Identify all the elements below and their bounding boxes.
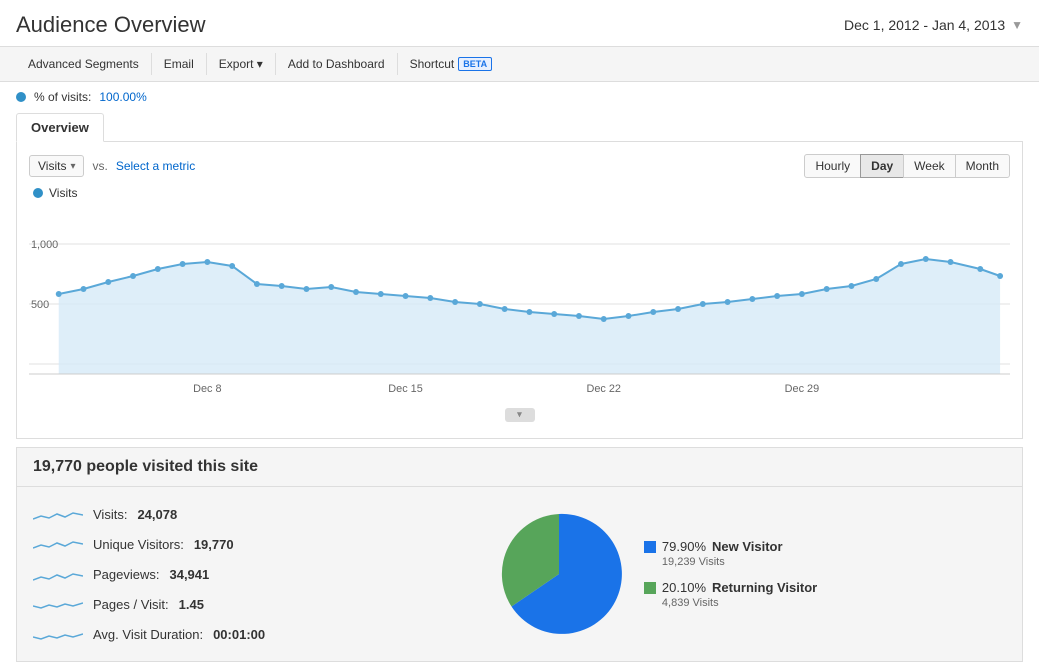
svg-text:Dec 29: Dec 29 xyxy=(785,383,819,395)
returning-visitor-label: Returning Visitor xyxy=(712,580,817,595)
avg-duration-value: 00:01:00 xyxy=(213,627,265,642)
svg-text:1,000: 1,000 xyxy=(31,239,58,251)
avg-duration-label: Avg. Visit Duration: xyxy=(93,627,203,642)
avg-duration-sparkline xyxy=(33,624,83,644)
metric-dropdown[interactable]: Visits ▾ xyxy=(29,155,84,177)
returning-visitor-pct: 20.10% xyxy=(662,580,706,595)
metric-selector: Visits ▾ vs. Select a metric xyxy=(29,155,195,177)
unique-visitors-label: Unique Visitors: xyxy=(93,537,184,552)
pages-per-visit-label: Pages / Visit: xyxy=(93,597,169,612)
vs-text: vs. xyxy=(92,159,107,173)
day-button[interactable]: Day xyxy=(860,154,904,178)
pageviews-sparkline xyxy=(33,564,83,584)
chart-legend: Visits xyxy=(29,186,1010,200)
date-range-arrow[interactable]: ▼ xyxy=(1011,18,1023,32)
returning-visitor-dot xyxy=(644,582,656,594)
svg-text:Dec 8: Dec 8 xyxy=(193,383,221,395)
hourly-button[interactable]: Hourly xyxy=(804,154,861,178)
pie-svg xyxy=(494,509,624,639)
pie-legend: 79.90% New Visitor 19,239 Visits 20.10% … xyxy=(644,539,817,609)
visits-filter: % of visits: 100.00% xyxy=(0,82,1039,112)
pie-section: 79.90% New Visitor 19,239 Visits 20.10% … xyxy=(305,499,1006,649)
chart-controls: Visits ▾ vs. Select a metric Hourly Day … xyxy=(29,154,1010,178)
svg-text:500: 500 xyxy=(31,299,49,311)
new-visitor-pct: 79.90% xyxy=(662,539,706,554)
stat-avg-duration: Avg. Visit Duration: 00:01:00 xyxy=(33,619,265,649)
stat-pageviews: Pageviews: 34,941 xyxy=(33,559,265,589)
stat-unique-visitors: Unique Visitors: 19,770 xyxy=(33,529,265,559)
overview-tab[interactable]: Overview xyxy=(16,113,104,142)
dropdown-arrow-icon: ▾ xyxy=(70,161,75,172)
stat-visits: Visits: 24,078 xyxy=(33,499,265,529)
toolbar: Advanced Segments Email Export ▾ Add to … xyxy=(0,46,1039,82)
new-visitor-label: New Visitor xyxy=(712,539,783,554)
stats-body: Visits: 24,078 Unique Visitors: 19,770 P… xyxy=(17,487,1022,661)
filter-value: 100.00% xyxy=(99,90,146,104)
stats-section: 19,770 people visited this site Visits: … xyxy=(16,447,1023,662)
legend-label: Visits xyxy=(49,186,77,200)
pageviews-value: 34,941 xyxy=(169,567,209,582)
visits-value: 24,078 xyxy=(137,507,177,522)
visits-sparkline xyxy=(33,504,83,524)
pages-per-visit-value: 1.45 xyxy=(179,597,204,612)
unique-visitors-sparkline xyxy=(33,534,83,554)
filter-dot xyxy=(16,92,26,102)
beta-badge: BETA xyxy=(458,57,492,71)
new-visitor-visits: 19,239 Visits xyxy=(644,556,817,568)
returning-visitor-visits: 4,839 Visits xyxy=(644,597,817,609)
week-button[interactable]: Week xyxy=(903,154,955,178)
time-buttons: Hourly Day Week Month xyxy=(805,154,1010,178)
date-range-text: Dec 1, 2012 - Jan 4, 2013 xyxy=(844,17,1005,33)
visits-label: Visits: xyxy=(93,507,127,522)
returning-visitor-legend: 20.10% Returning Visitor 4,839 Visits xyxy=(644,580,817,609)
stat-pages-per-visit: Pages / Visit: 1.45 xyxy=(33,589,265,619)
month-button[interactable]: Month xyxy=(955,154,1010,178)
advanced-segments-button[interactable]: Advanced Segments xyxy=(16,53,152,75)
add-to-dashboard-button[interactable]: Add to Dashboard xyxy=(276,53,398,75)
page-header: Audience Overview Dec 1, 2012 - Jan 4, 2… xyxy=(0,0,1039,46)
stats-header: 19,770 people visited this site xyxy=(17,448,1022,487)
tabs-section: Overview xyxy=(0,112,1039,141)
shortcut-button[interactable]: Shortcut BETA xyxy=(398,53,505,75)
pages-per-visit-sparkline xyxy=(33,594,83,614)
stats-list: Visits: 24,078 Unique Visitors: 19,770 P… xyxy=(33,499,265,649)
page-title: Audience Overview xyxy=(16,12,206,38)
svg-text:Dec 15: Dec 15 xyxy=(388,383,422,395)
new-visitor-dot xyxy=(644,541,656,553)
chart-section: Visits ▾ vs. Select a metric Hourly Day … xyxy=(16,141,1023,439)
chart-area: 1,000 500 xyxy=(29,204,1010,404)
metric-label: Visits xyxy=(38,159,66,173)
unique-visitors-value: 19,770 xyxy=(194,537,234,552)
scroll-thumb[interactable]: ▼ xyxy=(505,408,535,422)
chart-svg: 1,000 500 xyxy=(29,204,1010,404)
select-metric-link[interactable]: Select a metric xyxy=(116,159,195,173)
new-visitor-legend: 79.90% New Visitor 19,239 Visits xyxy=(644,539,817,568)
email-button[interactable]: Email xyxy=(152,53,207,75)
export-button[interactable]: Export ▾ xyxy=(207,53,276,75)
pie-chart xyxy=(494,509,624,639)
filter-label: % of visits: xyxy=(34,90,91,104)
scroll-bar[interactable]: ▼ xyxy=(29,404,1010,426)
date-range[interactable]: Dec 1, 2012 - Jan 4, 2013 ▼ xyxy=(844,17,1023,33)
pageviews-label: Pageviews: xyxy=(93,567,159,582)
svg-text:Dec 22: Dec 22 xyxy=(586,383,620,395)
legend-dot xyxy=(33,188,43,198)
